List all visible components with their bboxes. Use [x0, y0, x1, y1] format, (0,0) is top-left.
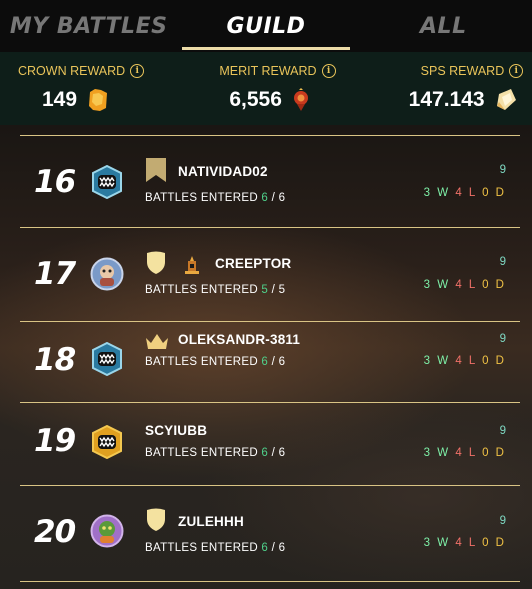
- list-item[interactable]: 17 CREEPTOR BATTLES ENTERED 5 / 5 9 3 W …: [20, 227, 520, 321]
- win-loss-record: 3 W 4 L 0 D: [423, 279, 506, 291]
- banner-icon: [146, 158, 166, 182]
- score-value: 9: [499, 333, 506, 345]
- win-loss-record: 3 W 4 L 0 D: [423, 187, 506, 199]
- merit-reward: MERIT REWARD i 6,556: [177, 52, 354, 125]
- tab-guild[interactable]: GUILD: [177, 0, 354, 52]
- win-loss-record: 3 W 4 L 0 D: [423, 447, 506, 459]
- divider: [20, 581, 520, 582]
- character-avatar: [90, 257, 124, 291]
- sps-reward: SPS REWARD i 147.143: [355, 52, 532, 125]
- list-item[interactable]: 16 NATIVIDAD02 BATTLES ENTERED 6 / 6 9 3…: [20, 135, 520, 227]
- battles-entered: BATTLES ENTERED 6 / 6: [145, 356, 286, 368]
- info-icon[interactable]: i: [509, 64, 524, 78]
- crown-reward: CROWN REWARD i 149: [0, 52, 177, 125]
- score-value: 9: [499, 256, 506, 268]
- rewards-bar: CROWN REWARD i 149 MERIT REWARD i 6,556: [0, 52, 532, 125]
- battles-entered: BATTLES ENTERED 6 / 6: [145, 542, 286, 554]
- list-item[interactable]: 18 OLEKSANDR-3811 BATTLES ENTERED 6 / 6 …: [20, 321, 520, 402]
- crown-icon: [146, 334, 168, 349]
- character-avatar: [90, 514, 124, 548]
- merit-gem-icon: [293, 88, 308, 111]
- merit-reward-label: MERIT REWARD: [219, 64, 317, 78]
- sps-reward-label: SPS REWARD: [420, 64, 505, 78]
- merit-reward-value: 6,556: [229, 88, 282, 111]
- info-icon[interactable]: i: [130, 64, 145, 78]
- battles-entered: BATTLES ENTERED 6 / 6: [145, 447, 286, 459]
- list-item[interactable]: 19 SCYIUBB BATTLES ENTERED 6 / 6 9 3 W 4…: [20, 402, 520, 485]
- guild-emblem-icon: [185, 256, 199, 274]
- player-name[interactable]: SCYIUBB: [145, 423, 207, 438]
- rank-number: 18: [34, 342, 76, 378]
- rank-number: 20: [34, 514, 76, 550]
- player-name[interactable]: ZULEHHH: [178, 514, 244, 529]
- win-loss-record: 3 W 4 L 0 D: [423, 355, 506, 367]
- tab-bar: MY BATTLES GUILD ALL: [0, 0, 532, 52]
- battles-entered: BATTLES ENTERED 5 / 5: [145, 284, 286, 296]
- battles-entered: BATTLES ENTERED 6 / 6: [145, 192, 286, 204]
- player-name[interactable]: NATIVIDAD02: [178, 164, 268, 179]
- score-value: 9: [499, 164, 506, 176]
- rank-number: 16: [34, 164, 76, 200]
- win-loss-record: 3 W 4 L 0 D: [423, 537, 506, 549]
- info-icon[interactable]: i: [321, 64, 336, 78]
- score-value: 9: [499, 425, 506, 437]
- sps-reward-value: 147.143: [408, 88, 485, 111]
- rank-number: 19: [34, 423, 76, 459]
- shield-icon: [147, 508, 165, 531]
- rank-number: 17: [34, 256, 76, 292]
- crown-reward-label: CROWN REWARD: [18, 64, 126, 78]
- crown-token-icon: [89, 89, 108, 111]
- monster-avatar: [92, 342, 122, 376]
- monster-avatar: [92, 165, 122, 199]
- shield-icon: [147, 251, 165, 274]
- list-item[interactable]: 20 ZULEHHH BATTLES ENTERED 6 / 6 9 3 W 4…: [20, 485, 520, 578]
- player-name[interactable]: OLEKSANDR-3811: [178, 332, 300, 347]
- tab-my-battles[interactable]: MY BATTLES: [0, 0, 177, 52]
- score-value: 9: [499, 515, 506, 527]
- gold-monster-avatar: [92, 425, 122, 459]
- sps-token-icon: [496, 89, 516, 110]
- crown-reward-value: 149: [42, 88, 78, 111]
- guild-battle-list: 16 NATIVIDAD02 BATTLES ENTERED 6 / 6 9 3…: [20, 135, 520, 578]
- player-name[interactable]: CREEPTOR: [215, 256, 291, 271]
- tab-all[interactable]: ALL: [355, 0, 532, 52]
